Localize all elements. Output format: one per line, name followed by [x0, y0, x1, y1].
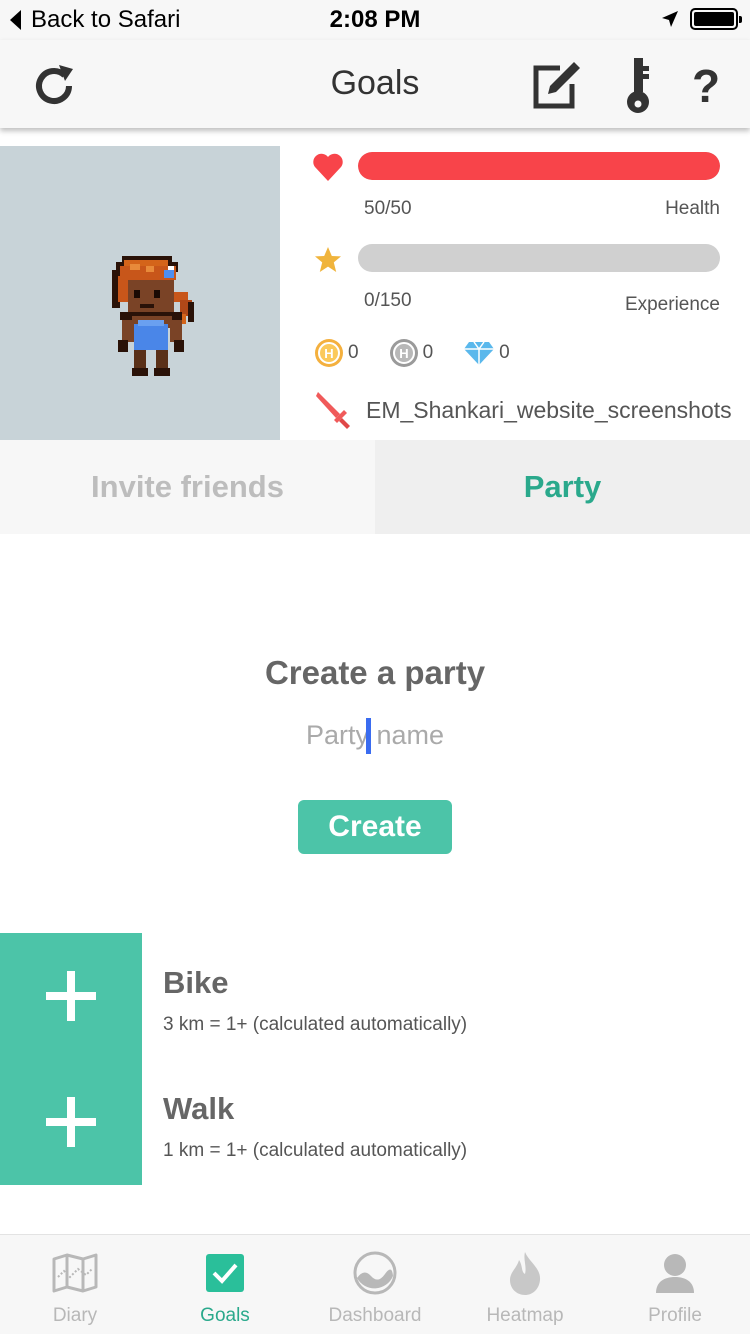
health-bar-fill	[358, 152, 720, 180]
tabbar-item-diary[interactable]: Diary	[0, 1235, 150, 1334]
status-indicators	[660, 8, 742, 30]
add-goal-button[interactable]	[0, 1059, 142, 1185]
gem-icon	[464, 341, 495, 365]
tabbar-item-profile[interactable]: Profile	[600, 1235, 750, 1334]
back-label: Back to Safari	[31, 6, 181, 33]
location-arrow-icon	[662, 11, 678, 27]
tabbar-item-dashboard[interactable]: Dashboard	[300, 1235, 450, 1334]
silver-currency: H 0	[389, 338, 434, 368]
goal-name: Walk	[163, 1091, 235, 1126]
health-bar	[358, 152, 720, 180]
back-arrow-icon	[10, 10, 21, 30]
goal-list: Bike 3 km = 1+ (calculated automatically…	[0, 933, 750, 1185]
goal-name: Bike	[163, 965, 229, 1000]
person-icon	[651, 1249, 699, 1297]
username-row: EM_Shankari_website_screenshots	[314, 390, 732, 430]
experience-value: 0/150	[364, 290, 412, 311]
party-tabs: Invite friends Party	[0, 440, 750, 534]
gem-currency: 0	[463, 340, 510, 366]
tab-party[interactable]: Party	[375, 440, 750, 534]
currency-row: H 0 H 0 0	[314, 338, 510, 368]
sword-icon	[316, 392, 350, 429]
silver-coin-icon: H	[389, 339, 418, 367]
gem-count: 0	[499, 342, 510, 363]
tabbar-label: Dashboard	[328, 1305, 422, 1326]
party-name-input[interactable]	[225, 712, 525, 758]
experience-bar	[358, 244, 720, 272]
tabbar-label: Profile	[648, 1305, 702, 1326]
bottom-tab-bar: Diary Goals Dashboard Heatmap Profile	[0, 1234, 750, 1334]
checkbox-icon	[201, 1249, 249, 1297]
list-item: Walk 1 km = 1+ (calculated automatically…	[0, 1059, 750, 1185]
create-button[interactable]: Create	[298, 800, 452, 854]
create-party-title: Create a party	[264, 654, 486, 691]
username: EM_Shankari_website_screenshots	[366, 396, 732, 423]
key-icon[interactable]	[610, 58, 666, 114]
nav-bar: Goals ?	[0, 40, 750, 128]
goal-description: 3 km = 1+ (calculated automatically)	[163, 1014, 468, 1035]
svg-text:H: H	[399, 346, 408, 361]
tabbar-item-goals[interactable]: Goals	[150, 1235, 300, 1334]
star-icon	[315, 247, 341, 272]
add-goal-button[interactable]	[0, 933, 142, 1059]
tab-invite-friends[interactable]: Invite friends	[0, 440, 375, 534]
edit-icon[interactable]	[528, 58, 584, 114]
tabbar-label: Goals	[200, 1305, 250, 1326]
flame-icon	[501, 1249, 549, 1297]
tabbar-label: Diary	[52, 1305, 98, 1326]
status-bar: Back to Safari 2:08 PM	[0, 0, 750, 40]
help-icon[interactable]: ?	[678, 58, 734, 114]
text-caret	[366, 718, 371, 754]
experience-label: Experience	[624, 294, 720, 315]
goal-description: 1 km = 1+ (calculated automatically)	[163, 1140, 468, 1161]
back-to-safari-link[interactable]: Back to Safari	[10, 6, 180, 34]
pixel-avatar-image	[112, 256, 194, 376]
health-label: Health	[665, 198, 720, 219]
stats-panel: 50/50 Health 0/150 Experience H 0 H 0 0 …	[280, 140, 750, 440]
map-icon	[51, 1249, 99, 1297]
gold-currency: H 0	[314, 338, 359, 368]
tabbar-item-heatmap[interactable]: Heatmap	[450, 1235, 600, 1334]
avatar[interactable]	[0, 146, 280, 440]
list-item: Bike 3 km = 1+ (calculated automatically…	[0, 933, 750, 1059]
battery-icon	[690, 8, 742, 30]
silver-count: 0	[422, 342, 434, 363]
dashboard-icon	[351, 1249, 399, 1297]
heart-icon	[313, 153, 343, 181]
tabbar-label: Heatmap	[486, 1305, 564, 1326]
health-value: 50/50	[364, 198, 412, 219]
svg-text:H: H	[324, 346, 333, 361]
gold-coin-icon: H	[315, 339, 343, 367]
gold-count: 0	[348, 342, 359, 363]
